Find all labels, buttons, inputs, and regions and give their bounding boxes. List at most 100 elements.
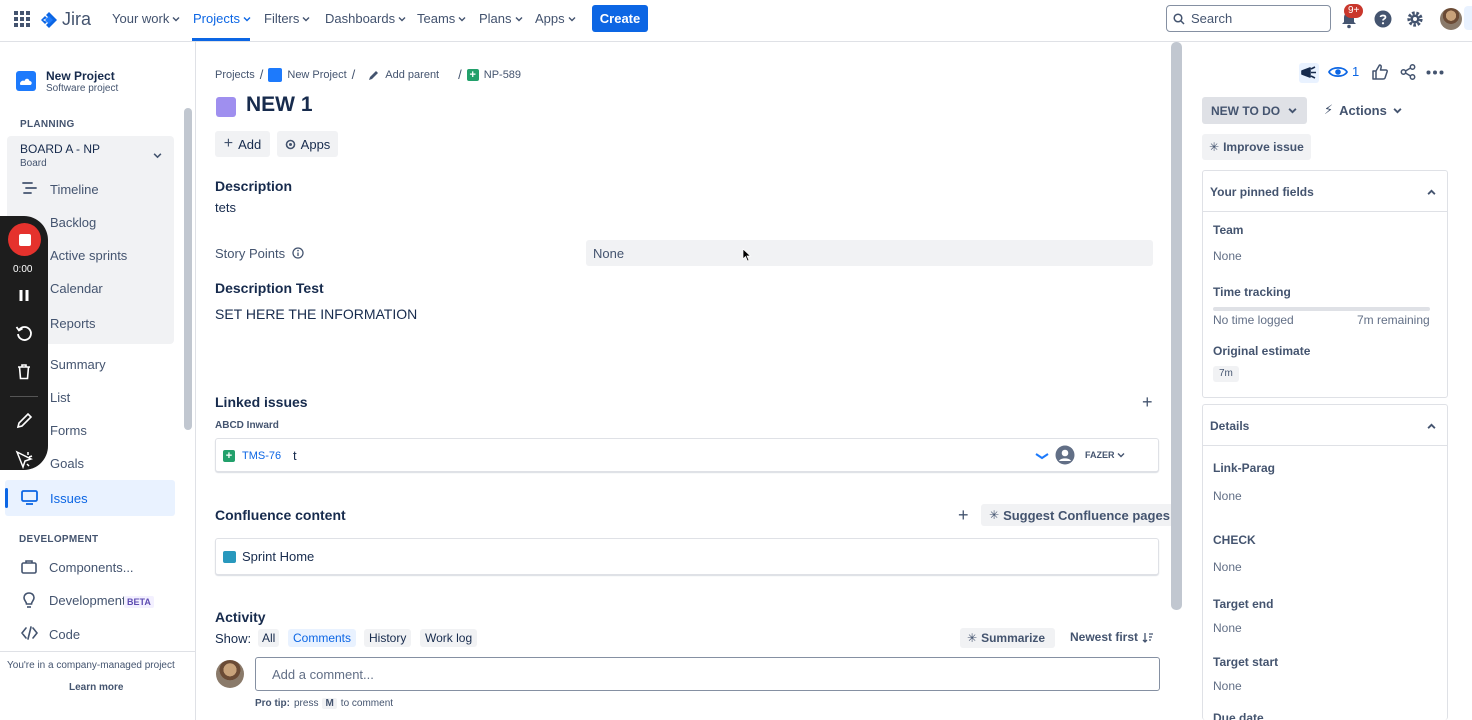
target-end-value[interactable]: None xyxy=(1213,621,1242,635)
breadcrumb-projects[interactable]: Projects xyxy=(215,69,255,81)
linked-issue-summary[interactable]: t xyxy=(293,448,297,463)
search-input[interactable]: Search xyxy=(1166,5,1331,32)
planning-header: PLANNING xyxy=(20,119,75,130)
add-button[interactable]: + Add xyxy=(215,131,270,157)
breadcrumb-issue-key[interactable]: NP-589 xyxy=(484,69,521,81)
settings-gear-icon[interactable] xyxy=(1406,10,1424,28)
user-avatar[interactable] xyxy=(1440,8,1462,30)
watch-count: 1 xyxy=(1352,64,1360,79)
sidebar-item-reports[interactable]: Reports xyxy=(50,316,96,331)
chevron-down-icon[interactable] xyxy=(153,151,162,160)
app-switcher-icon[interactable] xyxy=(14,11,30,27)
nav-apps[interactable]: Apps xyxy=(535,11,576,26)
target-start-value[interactable]: None xyxy=(1213,679,1242,693)
breadcrumb-project[interactable]: New Project xyxy=(287,69,346,81)
share-icon[interactable] xyxy=(1400,64,1416,80)
thumbs-up-icon[interactable] xyxy=(1372,64,1388,80)
activity-tab-worklog[interactable]: Work log xyxy=(420,629,478,647)
sidebar-item-summary[interactable]: Summary xyxy=(50,357,106,372)
sort-newest-first-button[interactable]: Newest first xyxy=(1070,630,1154,644)
link-relation-label: ABCD Inward xyxy=(215,420,279,431)
details-title: Details xyxy=(1210,419,1250,433)
plus-icon: + xyxy=(223,135,234,152)
comment-placeholder: Add a comment... xyxy=(272,667,374,682)
assignee-avatar-icon[interactable] xyxy=(1055,445,1075,465)
nav-label: Your work xyxy=(112,11,170,26)
more-actions-icon[interactable] xyxy=(1426,70,1444,75)
nav-plans[interactable]: Plans xyxy=(479,11,523,26)
sidebar-item-forms[interactable]: Forms xyxy=(50,423,87,438)
nav-teams[interactable]: Teams xyxy=(417,11,466,26)
sidebar-item-active-sprints[interactable]: Active sprints xyxy=(50,248,127,263)
restart-icon[interactable] xyxy=(15,324,33,342)
comment-input[interactable]: Add a comment... xyxy=(255,657,1160,691)
info-icon[interactable] xyxy=(292,247,304,259)
nav-projects[interactable]: Projects xyxy=(193,11,251,26)
sidebar-item-list[interactable]: List xyxy=(50,390,70,405)
board-subtitle: Board xyxy=(20,158,47,169)
pro-tip: Pro tip: press M to comment xyxy=(255,698,393,709)
sidebar-item-code[interactable]: Code xyxy=(49,627,80,642)
stop-recording-button[interactable] xyxy=(8,223,41,256)
trash-icon[interactable] xyxy=(16,363,32,380)
main-scrollbar[interactable] xyxy=(1171,42,1182,610)
nav-filters[interactable]: Filters xyxy=(264,11,310,26)
add-confluence-plus-icon[interactable]: + xyxy=(958,506,969,524)
details-header[interactable]: Details xyxy=(1203,405,1447,446)
help-icon[interactable] xyxy=(1374,10,1392,28)
activity-tab-all[interactable]: All xyxy=(258,629,280,647)
chevron-down-icon xyxy=(1288,108,1297,114)
jira-logo[interactable]: Jira xyxy=(40,9,91,30)
sidebar-item-timeline[interactable]: Timeline xyxy=(50,182,99,197)
pause-icon[interactable] xyxy=(18,289,30,302)
story-points-field[interactable]: None xyxy=(586,240,1153,266)
nav-active-indicator xyxy=(192,38,250,41)
development-header: DEVELOPMENT xyxy=(19,534,99,545)
confluence-page-title[interactable]: Sprint Home xyxy=(242,549,314,564)
sidebar-scrollbar[interactable] xyxy=(184,108,192,430)
add-linked-issue-plus-icon[interactable]: + xyxy=(1142,393,1153,411)
project-name[interactable]: New Project xyxy=(46,69,115,83)
sidebar-item-calendar[interactable]: Calendar xyxy=(50,281,103,296)
learn-more-link[interactable]: Learn more xyxy=(69,682,123,693)
status-lozenge[interactable]: FAZER xyxy=(1085,450,1125,460)
activity-tab-history[interactable]: History xyxy=(364,629,412,647)
time-tracking-bar[interactable] xyxy=(1213,307,1430,311)
summarize-button[interactable]: ✳ Summarize xyxy=(960,628,1056,648)
feedback-megaphone-icon[interactable] xyxy=(1299,63,1319,83)
watchers-button[interactable]: 1 xyxy=(1328,64,1359,79)
description-test-value[interactable]: SET HERE THE INFORMATION xyxy=(215,306,417,322)
confluence-page-row[interactable]: Sprint Home xyxy=(215,538,1159,575)
sidebar-item-backlog[interactable]: Backlog xyxy=(50,215,96,230)
pinned-fields-header[interactable]: Your pinned fields xyxy=(1203,171,1447,212)
sidebar-item-development[interactable]: Development xyxy=(49,593,126,608)
nav-dashboards[interactable]: Dashboards xyxy=(325,11,406,26)
actions-dropdown[interactable]: ⚡ Actions xyxy=(1324,102,1402,118)
sidebar-item-goals[interactable]: Goals xyxy=(50,456,84,471)
add-parent-button[interactable]: Add parent xyxy=(385,69,439,81)
status-dropdown[interactable]: NEW TO DO xyxy=(1202,97,1307,124)
pen-draw-icon[interactable] xyxy=(16,412,33,429)
linked-issue-key[interactable]: TMS-76 xyxy=(242,450,281,462)
apps-button[interactable]: Apps xyxy=(277,131,338,157)
sidebar-item-components[interactable]: Components... xyxy=(49,560,134,575)
original-estimate-value[interactable]: 7m xyxy=(1213,366,1239,382)
issue-title[interactable]: NEW 1 xyxy=(246,93,313,117)
description-value[interactable]: tets xyxy=(215,200,236,215)
create-button[interactable]: Create xyxy=(592,5,648,32)
nav-your-work[interactable]: Your work xyxy=(112,11,180,26)
side-panel-tab[interactable] xyxy=(1464,6,1472,30)
team-value[interactable]: None xyxy=(1213,249,1242,263)
epic-icon xyxy=(216,97,236,117)
link-parag-value[interactable]: None xyxy=(1213,489,1242,503)
activity-tab-comments[interactable]: Comments xyxy=(288,629,357,647)
team-label: Team xyxy=(1213,223,1244,237)
actions-label: Actions xyxy=(1339,102,1387,118)
sidebar-divider xyxy=(0,651,196,652)
linked-issue-row[interactable]: + TMS-76 t FAZER xyxy=(215,438,1159,472)
check-value[interactable]: None xyxy=(1213,560,1242,574)
apps-label: Apps xyxy=(300,136,331,152)
suggest-confluence-button[interactable]: ✳ Suggest Confluence pages xyxy=(981,504,1178,526)
effects-cursor-icon[interactable] xyxy=(15,450,34,469)
improve-issue-button[interactable]: ✳ Improve issue xyxy=(1202,134,1311,160)
